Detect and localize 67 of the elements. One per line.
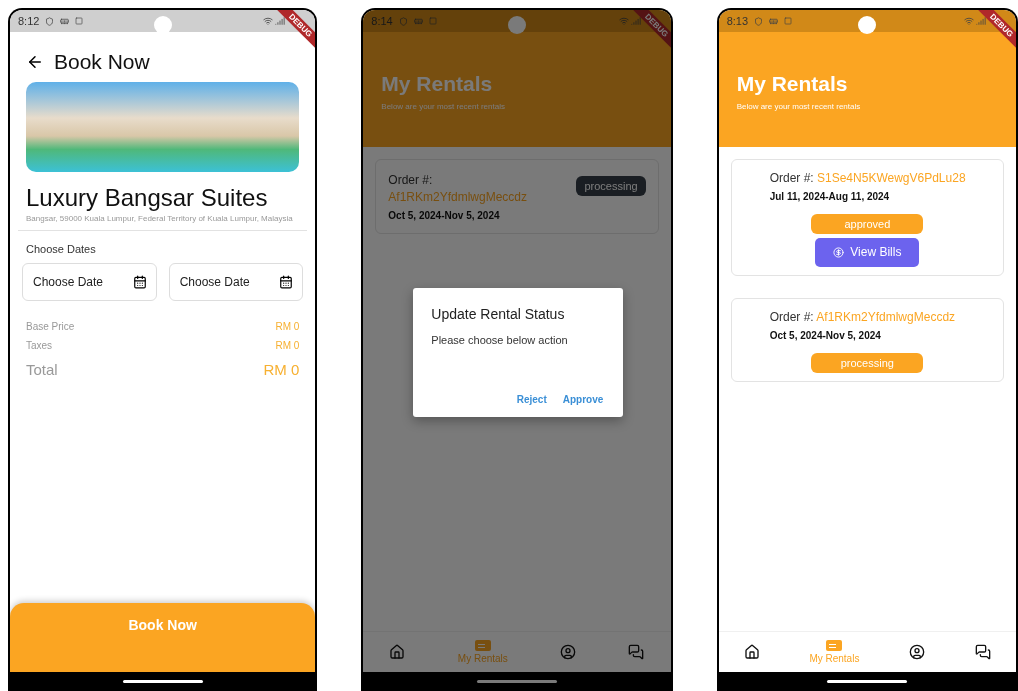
status-time: 8:12 — [18, 15, 40, 27]
page-title: Book Now — [54, 50, 150, 74]
chat-icon — [975, 644, 992, 660]
view-bills-button[interactable]: View Bills — [815, 237, 920, 267]
profile-icon — [560, 644, 577, 660]
calendar-icon — [279, 275, 294, 290]
wifi-icon — [618, 16, 629, 26]
date-field[interactable]: Choose Date — [168, 263, 304, 302]
shield-icon — [45, 16, 55, 26]
signal-icon — [976, 16, 986, 26]
sd-card-icon — [413, 16, 423, 26]
dates-label: Choose Dates — [25, 242, 97, 258]
camera-hole — [858, 16, 877, 34]
home-icon — [389, 644, 406, 660]
price-amount: RM 0 — [263, 361, 300, 379]
date-field[interactable]: Choose Date — [22, 263, 157, 302]
wifi-icon — [263, 16, 274, 26]
card-icon — [474, 640, 491, 651]
shield-icon — [398, 16, 408, 26]
camera-hole — [508, 16, 526, 34]
signal-icon — [275, 16, 286, 26]
page-title: My Rentals — [736, 72, 849, 96]
nav-tab[interactable] — [743, 644, 760, 660]
status-badge: approved — [811, 213, 924, 234]
page-subtitle: Below are your most recent rentals — [381, 102, 506, 111]
rental-dates: Jul 11, 2024-Aug 11, 2024 — [769, 190, 890, 202]
profile-icon — [909, 644, 926, 660]
shield-icon — [754, 16, 764, 26]
price-label: Taxes — [26, 340, 53, 352]
dialog-action[interactable]: Approve — [560, 392, 606, 407]
order-number: Order #: S1Se4N5KWewgV6PdLu28 — [769, 170, 967, 187]
property-name: Luxury Bangsar Suites — [25, 183, 269, 213]
price-amount: RM 0 — [275, 321, 300, 333]
status-time: 8:13 — [726, 15, 749, 27]
square-icon — [428, 17, 437, 25]
status-time: 8:14 — [371, 15, 393, 27]
rental-dates: Oct 5, 2024-Nov 5, 2024 — [388, 209, 501, 221]
wifi-icon — [964, 16, 974, 26]
price-label: Base Price — [26, 321, 75, 333]
dollar-icon — [833, 246, 845, 258]
status-badge: processing — [576, 176, 646, 196]
dialog-action[interactable]: Reject — [514, 392, 549, 407]
dialog-title: Update Rental Status — [431, 306, 566, 322]
square-icon — [784, 17, 793, 25]
price-amount: RM 0 — [275, 340, 300, 352]
status-badge: processing — [811, 352, 924, 373]
camera-hole — [153, 16, 172, 34]
card-icon — [826, 640, 843, 651]
page-title: My Rentals — [381, 72, 494, 96]
rental-dates: Oct 5, 2024-Nov 5, 2024 — [769, 329, 882, 341]
dialog-message: Please choose below action — [431, 334, 569, 346]
order-number: Order #: Af1RKm2YfdmlwgMeccdz — [769, 308, 957, 326]
price-label: Total — [26, 361, 58, 379]
square-icon — [75, 17, 84, 25]
calendar-icon — [132, 275, 147, 290]
book-now-button[interactable]: Book Now — [10, 603, 316, 672]
chat-icon — [628, 644, 645, 660]
nav-tab[interactable] — [909, 644, 926, 660]
home-icon — [743, 644, 760, 660]
signal-icon — [630, 16, 641, 26]
page-subtitle: Below are your most recent rentals — [736, 102, 862, 111]
nav-tab[interactable] — [975, 644, 992, 660]
sd-card-icon — [60, 16, 70, 26]
nav-tab[interactable]: My Rentals — [809, 640, 860, 664]
property-address: Bangsar, 59000 Kuala Lumpur, Federal Territory of Kuala Lumpur, Malaysia — [25, 214, 294, 225]
sd-card-icon — [769, 16, 779, 26]
order-number: Order #: Af1RKm2YfdmlwgMeccdz — [388, 172, 529, 206]
